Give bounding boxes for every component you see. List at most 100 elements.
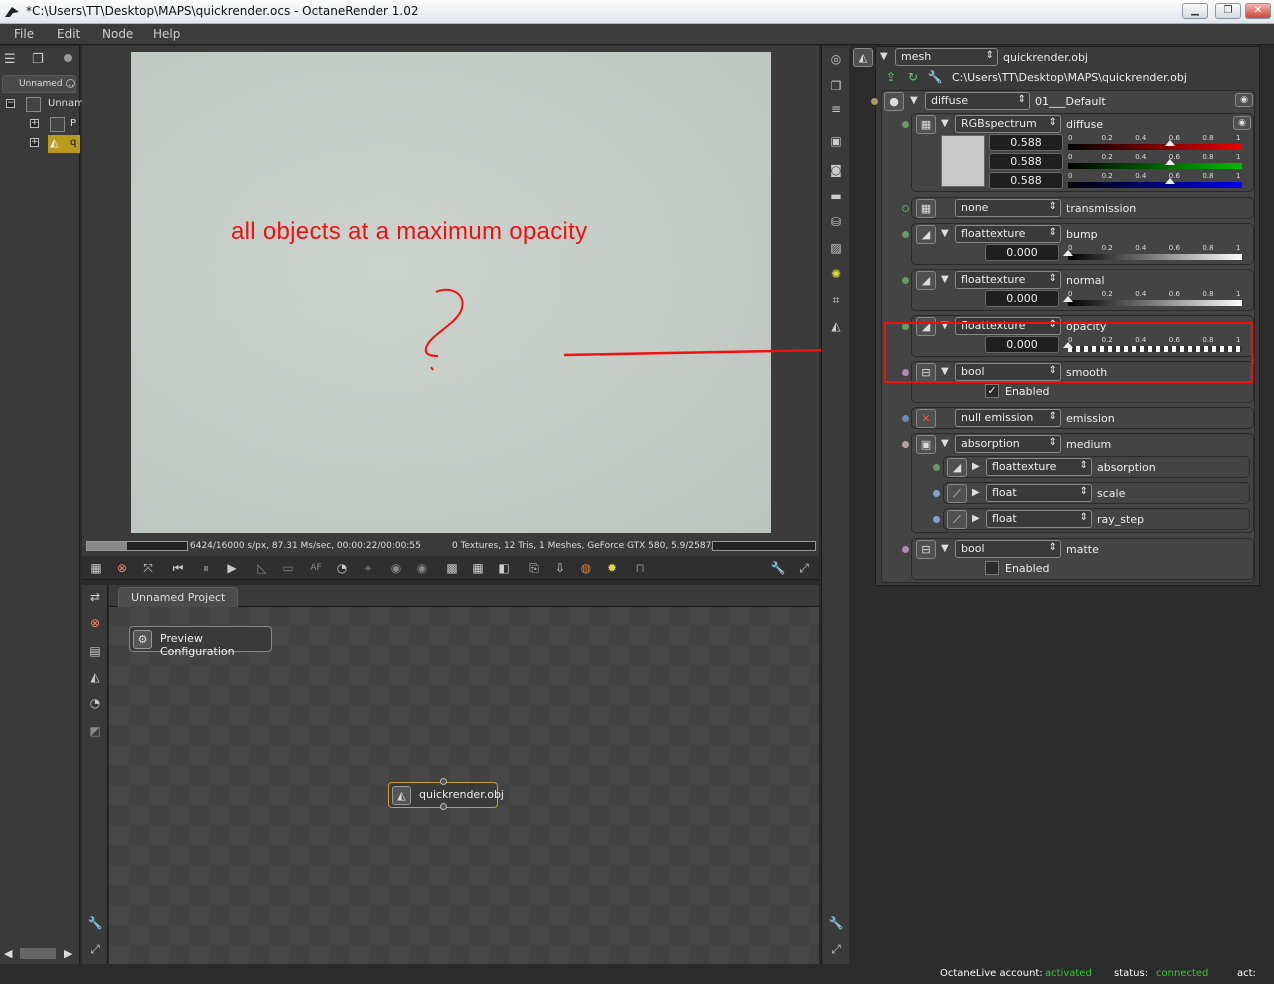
diffuse-b-slider[interactable]: 0 0.2 0.4 0.6 0.8 1: [1068, 172, 1242, 190]
node-output-pin[interactable]: [440, 803, 447, 810]
bump-slider[interactable]: 0 0.2 0.4 0.6 0.8 1: [1063, 244, 1242, 262]
camera-settings-icon[interactable]: ◙: [827, 161, 845, 179]
null-emission-icon[interactable]: ✕: [916, 409, 936, 428]
light-icon[interactable]: ✺: [827, 265, 845, 283]
collapse-diffuse-icon[interactable]: ▼: [941, 118, 949, 129]
inspector-wrench-icon[interactable]: 🔧: [827, 914, 845, 932]
node-tool-icon-2[interactable]: ⊗: [87, 615, 103, 631]
diffuse-type-select[interactable]: RGBspectrum: [955, 115, 1061, 133]
export-icon[interactable]: ⇩: [552, 560, 568, 576]
list-icon[interactable]: ≡: [827, 100, 845, 118]
stop-render-icon[interactable]: ⊗: [114, 560, 130, 576]
bump-type-select[interactable]: floattexture: [955, 225, 1061, 243]
node-tool-icon-5[interactable]: ◔: [87, 695, 103, 711]
save-render-icon[interactable]: ▦: [88, 560, 104, 576]
measure-icon[interactable]: ◺: [254, 560, 270, 576]
camera-icon[interactable]: ◎: [827, 50, 845, 68]
node-tool-icon-6[interactable]: ◩: [87, 723, 103, 739]
image-icon[interactable]: ▣: [827, 132, 845, 150]
matte-type-select[interactable]: bool: [955, 540, 1061, 558]
emission-pin[interactable]: [902, 415, 909, 422]
medium-type-select[interactable]: absorption: [955, 435, 1061, 453]
medium-icon[interactable]: ▣: [916, 435, 936, 454]
environment-icon[interactable]: ⛁: [827, 213, 845, 231]
wrench-icon[interactable]: 🔧: [927, 69, 943, 85]
matte-pin[interactable]: [902, 546, 909, 553]
ray-step-float-icon[interactable]: ⟋: [947, 510, 967, 529]
rgb-texture-icon[interactable]: ▦: [916, 115, 936, 134]
region-icon[interactable]: ▭: [280, 560, 296, 576]
play-icon[interactable]: ▶: [224, 560, 240, 576]
medium-pin[interactable]: [902, 441, 909, 448]
node-input-pin[interactable]: [440, 778, 447, 785]
absorption-type-select[interactable]: floattexture: [986, 458, 1092, 476]
material-pin[interactable]: [871, 98, 878, 105]
emission-type-select[interactable]: null emission: [955, 409, 1061, 427]
expand-ray-step-icon[interactable]: ▶: [972, 513, 980, 524]
diffuse-r-field[interactable]: 0.588: [989, 134, 1063, 151]
upload-icon[interactable]: ⇪: [883, 69, 899, 85]
diffuse-b-field[interactable]: 0.588: [989, 172, 1063, 189]
expand-absorption-icon[interactable]: ▶: [972, 461, 980, 472]
material-type-select[interactable]: diffuse: [925, 92, 1030, 110]
ray-step-type-select[interactable]: float: [986, 510, 1092, 528]
smooth-checkbox[interactable]: ✓: [985, 384, 999, 398]
grid-icon-3[interactable]: ◧: [496, 560, 512, 576]
expand-scale-icon[interactable]: ▶: [972, 487, 980, 498]
pause-icon[interactable]: ⏸: [198, 560, 214, 576]
picture-icon[interactable]: ▨: [827, 239, 845, 257]
normal-type-select[interactable]: floattexture: [955, 271, 1061, 289]
node-fullscreen-icon[interactable]: ⤢: [87, 941, 103, 957]
absorption-texture-icon[interactable]: ◢: [947, 458, 967, 477]
clay-lock-icon[interactable]: ⊓: [632, 560, 648, 576]
collapse-medium-icon[interactable]: ▼: [941, 438, 949, 449]
node-tool-icon-4[interactable]: ◭: [87, 669, 103, 685]
material-sphere-icon[interactable]: ●: [884, 92, 904, 111]
collapse-material-icon[interactable]: ▼: [910, 95, 918, 106]
diffuse-g-field[interactable]: 0.588: [989, 153, 1063, 170]
diffuse-color-swatch[interactable]: [941, 135, 985, 187]
visibility-eye-icon[interactable]: ◉: [1235, 93, 1253, 107]
node-tool-icon-1[interactable]: ⇄: [87, 589, 103, 605]
lock-icon-2[interactable]: ◉: [414, 560, 430, 576]
grid-icon-2[interactable]: ▦: [470, 560, 486, 576]
reset-camera-icon[interactable]: ⤧: [140, 560, 156, 576]
reload-icon[interactable]: ↻: [905, 69, 921, 85]
transmission-pin[interactable]: [902, 205, 909, 212]
bump-pin[interactable]: [902, 231, 909, 238]
collapse-bump-icon[interactable]: ▼: [941, 228, 949, 239]
bump-value-field[interactable]: 0.000: [985, 244, 1059, 261]
wrench-icon[interactable]: 🔧: [770, 560, 786, 576]
pick-icon[interactable]: ⌖: [360, 560, 376, 576]
collapse-mesh-icon[interactable]: ▼: [880, 51, 888, 62]
node-tool-icon-3[interactable]: ▤: [87, 643, 103, 659]
normal-pin[interactable]: [902, 277, 909, 284]
matte-checkbox[interactable]: [985, 561, 999, 575]
absorption-pin[interactable]: [933, 464, 940, 471]
matte-bool-icon[interactable]: ⊟: [916, 540, 936, 559]
material-icon[interactable]: ◍: [578, 560, 594, 576]
normal-slider[interactable]: 0 0.2 0.4 0.6 0.8 1: [1063, 290, 1242, 308]
normal-texture-icon[interactable]: ◢: [916, 271, 936, 290]
mesh-type-select[interactable]: mesh: [895, 48, 998, 66]
scale-pin[interactable]: [933, 490, 940, 497]
rewind-icon[interactable]: ⏮: [170, 560, 186, 576]
diffuse-pin[interactable]: [902, 121, 909, 128]
transmission-texture-icon[interactable]: ▦: [916, 199, 936, 218]
transmission-type-select[interactable]: none: [955, 199, 1061, 217]
diffuse-g-slider[interactable]: 0 0.2 0.4 0.6 0.8 1: [1068, 153, 1242, 171]
node-wrench-icon[interactable]: 🔧: [87, 915, 103, 931]
normal-value-field[interactable]: 0.000: [985, 290, 1059, 307]
tab-unnamed-project[interactable]: Unnamed Project: [118, 587, 239, 607]
grid-icon-1[interactable]: ▩: [444, 560, 460, 576]
inspector-fullscreen-icon[interactable]: ⤢: [827, 940, 845, 958]
mesh-icon[interactable]: ◭: [827, 317, 845, 335]
fullscreen-icon[interactable]: ⤢: [796, 560, 812, 576]
collapse-matte-icon[interactable]: ▼: [941, 543, 949, 554]
node-preview-configuration[interactable]: ⚙ Preview Configuration: [129, 626, 272, 658]
lock-icon-1[interactable]: ◉: [388, 560, 404, 576]
scale-type-select[interactable]: float: [986, 484, 1092, 502]
scale-float-icon[interactable]: ⟋: [947, 484, 967, 503]
focus-icon[interactable]: ◔: [334, 560, 350, 576]
film-icon[interactable]: ▬: [827, 187, 845, 205]
